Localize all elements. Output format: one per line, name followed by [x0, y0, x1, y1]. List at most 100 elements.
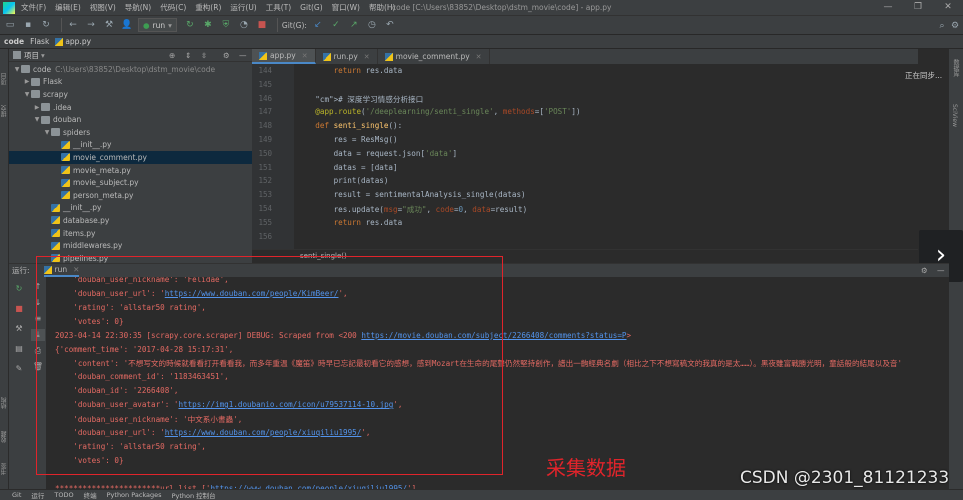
tree-item[interactable]: ▼ douban	[9, 113, 252, 126]
sync-icon[interactable]: ↻	[39, 18, 53, 32]
folder-icon	[51, 128, 60, 137]
bottom-git[interactable]: Git	[12, 491, 21, 499]
search-icon[interactable]: ⌕	[935, 19, 949, 33]
strip-database[interactable]: 数据库	[951, 59, 960, 89]
close-tab-icon[interactable]: ✕	[364, 53, 370, 61]
hammer-icon[interactable]: ⚒	[102, 18, 116, 32]
expand-arrow-icon[interactable]: ▶	[23, 78, 31, 85]
git-push-icon[interactable]: ↗	[347, 18, 361, 32]
stop-icon[interactable]: ■	[12, 303, 26, 315]
toolbar-divider	[61, 18, 62, 32]
tree-item[interactable]: __init__.py	[9, 139, 252, 152]
back-icon[interactable]: ←	[66, 18, 80, 32]
tree-item[interactable]: movie_subject.py	[9, 176, 252, 189]
maximize-icon[interactable]: ❐	[903, 0, 933, 15]
tree-item[interactable]: database.py	[9, 214, 252, 227]
git-rollback-icon[interactable]: ↶	[383, 18, 397, 32]
tree-item[interactable]: person_meta.py	[9, 189, 252, 202]
breadcrumb-project[interactable]: code	[4, 37, 24, 46]
line-number: 147	[258, 107, 272, 117]
run-config-select[interactable]: ● run ▾	[138, 18, 177, 32]
menu-file[interactable]: 文件(F)	[21, 2, 46, 13]
gear-icon[interactable]: ⚙	[223, 51, 230, 60]
strip-project[interactable]: 项目	[0, 55, 9, 85]
profile-icon[interactable]: ◔	[237, 18, 251, 32]
layout-icon[interactable]: ▤	[12, 343, 26, 355]
user-icon[interactable]: 👤	[120, 18, 134, 32]
pin-icon[interactable]: ✎	[12, 363, 26, 375]
strip-bookmarks[interactable]: 书签	[0, 451, 9, 475]
line-number: 145	[258, 79, 272, 89]
breadcrumb-folder[interactable]: Flask	[30, 37, 49, 46]
expand-arrow-icon[interactable]: ▼	[23, 91, 31, 98]
code-line: def senti_single():	[315, 121, 403, 131]
forward-icon[interactable]: →	[84, 18, 98, 32]
save-icon[interactable]: ▪	[21, 18, 35, 32]
project-header-label[interactable]: 项目	[24, 50, 39, 61]
rerun-icon[interactable]: ↻	[12, 283, 26, 295]
bottom-python-console[interactable]: Python 控制台	[172, 490, 216, 500]
locate-icon[interactable]: ⊕	[169, 51, 175, 60]
project-panel: 项目 ▾ ⊕ ⇕ ⇳ ⚙ — ▼ code C:\Users\83852\Deskto…	[9, 49, 252, 263]
menu-refactor[interactable]: 重构(R)	[195, 2, 221, 13]
project-header: 项目 ▾ ⊕ ⇕ ⇳ ⚙ —	[9, 49, 252, 62]
tree-item[interactable]: middlewares.py	[9, 239, 252, 252]
menu-git[interactable]: Git(G)	[300, 3, 323, 12]
bottom-run[interactable]: 运行	[31, 490, 44, 500]
strip-commit[interactable]: 提交	[0, 93, 9, 117]
expand-all-icon[interactable]: ⇕	[185, 51, 191, 60]
hide-icon[interactable]: —	[239, 51, 247, 60]
wrench-icon[interactable]: ⚒	[12, 323, 26, 335]
git-update-icon[interactable]: ↙	[311, 18, 325, 32]
rerun-icon[interactable]: ↻	[183, 18, 197, 32]
tree-item[interactable]: ▶ .idea	[9, 101, 252, 114]
strip-structure[interactable]: 结构	[0, 389, 9, 409]
menu-edit[interactable]: 编辑(E)	[55, 2, 81, 13]
tree-item[interactable]: ▼ scrapy	[9, 88, 252, 101]
expand-arrow-icon[interactable]: ▼	[43, 129, 51, 136]
tree-item-label: __init__.py	[73, 140, 112, 150]
menu-navigate[interactable]: 导航(N)	[125, 2, 151, 13]
minimize-icon[interactable]: —	[873, 0, 903, 15]
close-icon[interactable]: ✕	[933, 0, 963, 15]
folder-icon	[21, 65, 30, 74]
menu-view[interactable]: 视图(V)	[90, 2, 116, 13]
coverage-icon[interactable]: ⛨	[219, 18, 233, 32]
bottom-todo[interactable]: TODO	[54, 491, 73, 499]
git-commit-icon[interactable]: ✓	[329, 18, 343, 32]
strip-sciview[interactable]: SciView	[951, 104, 958, 138]
bottom-terminal[interactable]: 终端	[84, 490, 97, 500]
settings-icon[interactable]: ⚙	[948, 19, 962, 33]
tree-item[interactable]: ▼ spiders	[9, 126, 252, 139]
bottom-python-packages[interactable]: Python Packages	[107, 491, 162, 499]
tab-app-py[interactable]: app.py ✕	[252, 49, 316, 64]
tree-item[interactable]: movie_meta.py	[9, 164, 252, 177]
expand-arrow-icon[interactable]: ▼	[33, 116, 41, 123]
close-tab-icon[interactable]: ✕	[476, 53, 482, 61]
strip-favorites[interactable]: 收藏	[0, 419, 9, 443]
close-tab-icon[interactable]: ✕	[302, 52, 308, 60]
expand-arrow-icon[interactable]: ▶	[33, 104, 41, 111]
tree-item[interactable]: ▼ code C:\Users\83852\Desktop\dstm_movie\c…	[9, 63, 252, 76]
code-line: print(datas)	[297, 176, 389, 186]
stop-icon[interactable]: ■	[255, 18, 269, 32]
tab-run-py[interactable]: run.py ✕	[316, 49, 378, 64]
debug-icon[interactable]: ✱	[201, 18, 215, 32]
tree-item[interactable]: movie_comment.py	[9, 151, 252, 164]
tab-movie-comment-py[interactable]: movie_comment.py ✕	[378, 49, 490, 64]
tree-item[interactable]: __init__.py	[9, 202, 252, 215]
expand-arrow-icon[interactable]: ▼	[13, 66, 21, 73]
open-folder-icon[interactable]: ▭	[3, 18, 17, 32]
menu-run[interactable]: 运行(U)	[230, 2, 256, 13]
collapse-all-icon[interactable]: ⇳	[201, 51, 207, 60]
tree-item-label: person_meta.py	[73, 190, 134, 200]
git-history-icon[interactable]: ◷	[365, 18, 379, 32]
menu-code[interactable]: 代码(C)	[160, 2, 186, 13]
tree-item[interactable]: items.py	[9, 227, 252, 240]
menu-tools[interactable]: 工具(T)	[266, 2, 291, 13]
gear-icon[interactable]: ⚙	[921, 266, 928, 275]
tree-item[interactable]: ▶ Flask	[9, 76, 252, 89]
breadcrumb-file[interactable]: app.py	[55, 37, 91, 46]
menu-window[interactable]: 窗口(W)	[332, 2, 360, 13]
hide-icon[interactable]: —	[937, 266, 945, 275]
